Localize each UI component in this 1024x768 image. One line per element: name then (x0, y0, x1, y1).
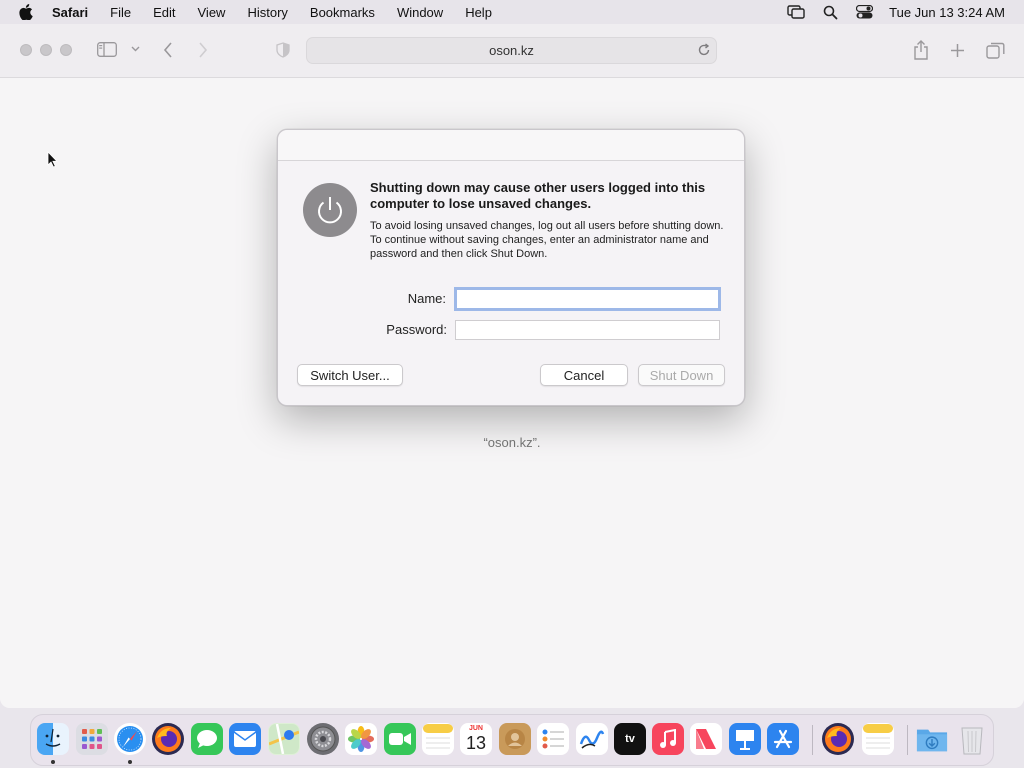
shut-down-button[interactable]: Shut Down (638, 364, 725, 386)
menu-history[interactable]: History (247, 5, 287, 20)
new-tab-icon[interactable] (950, 43, 965, 58)
messages-icon[interactable] (191, 723, 223, 755)
screen-mirroring-icon[interactable] (787, 5, 805, 19)
menu-file[interactable]: File (110, 5, 131, 20)
name-field[interactable] (454, 287, 721, 311)
dialog-message: To avoid losing unsaved changes, log out… (370, 220, 724, 260)
menu-window[interactable]: Window (397, 5, 443, 20)
cancel-button[interactable]: Cancel (540, 364, 628, 386)
mouse-pointer-icon (47, 151, 58, 173)
power-icon (303, 183, 357, 237)
calendar-day: 13 (465, 733, 487, 753)
notes-icon[interactable] (422, 723, 454, 755)
password-field[interactable] (455, 320, 720, 340)
safari-running-indicator (128, 760, 132, 764)
dock: JUN 13 tv (30, 714, 994, 766)
menu-bookmarks[interactable]: Bookmarks (310, 5, 375, 20)
menu-safari[interactable]: Safari (52, 5, 88, 20)
forward-icon[interactable] (198, 42, 208, 58)
dock-separator (907, 725, 908, 755)
password-label: Password: (386, 322, 447, 337)
notes-recent-icon[interactable] (862, 723, 894, 755)
menu-edit[interactable]: Edit (153, 5, 175, 20)
safari-toolbar: oson.kz (0, 24, 1024, 78)
reminders-icon[interactable] (537, 723, 569, 755)
downloads-folder-icon[interactable] (916, 723, 948, 755)
spotlight-search-icon[interactable] (823, 5, 838, 20)
sidebar-toggle-icon[interactable] (97, 42, 117, 57)
dock-separator (812, 725, 813, 755)
facetime-icon[interactable] (384, 723, 416, 755)
firefox-recent-icon[interactable] (822, 723, 854, 755)
finder-icon[interactable] (37, 723, 69, 755)
dialog-title: Shutting down may cause other users logg… (370, 180, 706, 211)
close-window-button[interactable] (20, 44, 32, 56)
maps-icon[interactable] (268, 723, 300, 755)
tv-label: tv (625, 733, 635, 745)
zoom-window-button[interactable] (60, 44, 72, 56)
news-icon[interactable] (690, 723, 722, 755)
dialog-title-bar (278, 130, 744, 161)
app-store-icon[interactable] (767, 723, 799, 755)
name-label: Name: (407, 291, 446, 306)
menu-help[interactable]: Help (465, 5, 492, 20)
tab-overview-icon[interactable] (986, 42, 1005, 59)
apple-menu-icon[interactable] (19, 4, 33, 20)
shutdown-auth-dialog: Shutting down may cause other users logg… (277, 129, 745, 406)
system-preferences-icon[interactable] (307, 723, 339, 755)
music-icon[interactable] (652, 723, 684, 755)
minimize-window-button[interactable] (40, 44, 52, 56)
share-icon[interactable] (913, 40, 929, 60)
apple-tv-icon[interactable]: tv (614, 723, 646, 755)
reload-icon[interactable] (697, 43, 711, 60)
keynote-icon[interactable] (729, 723, 761, 755)
firefox-icon[interactable] (152, 723, 184, 755)
back-icon[interactable] (163, 42, 173, 58)
trash-icon[interactable] (956, 723, 988, 755)
menu-bar: Safari File Edit View History Bookmarks … (0, 0, 1024, 24)
launchpad-icon[interactable] (76, 723, 108, 755)
privacy-shield-icon[interactable] (276, 42, 290, 58)
freeform-icon[interactable] (576, 723, 608, 755)
contacts-icon[interactable] (499, 723, 531, 755)
error-message: “oson.kz”. (483, 435, 541, 450)
switch-user-button[interactable]: Switch User... (297, 364, 403, 386)
mail-icon[interactable] (229, 723, 261, 755)
address-bar[interactable]: oson.kz (306, 37, 717, 64)
safari-icon[interactable] (114, 723, 146, 755)
menu-bar-clock[interactable]: Tue Jun 13 3:24 AM (889, 5, 1005, 20)
chevron-down-icon[interactable] (131, 46, 140, 52)
calendar-month: JUN (468, 725, 483, 732)
control-center-icon[interactable] (856, 5, 874, 19)
finder-running-indicator (51, 760, 55, 764)
photos-icon[interactable] (345, 723, 377, 755)
menu-view[interactable]: View (198, 5, 226, 20)
address-text: oson.kz (489, 43, 534, 58)
calendar-icon[interactable]: JUN 13 (460, 723, 492, 755)
